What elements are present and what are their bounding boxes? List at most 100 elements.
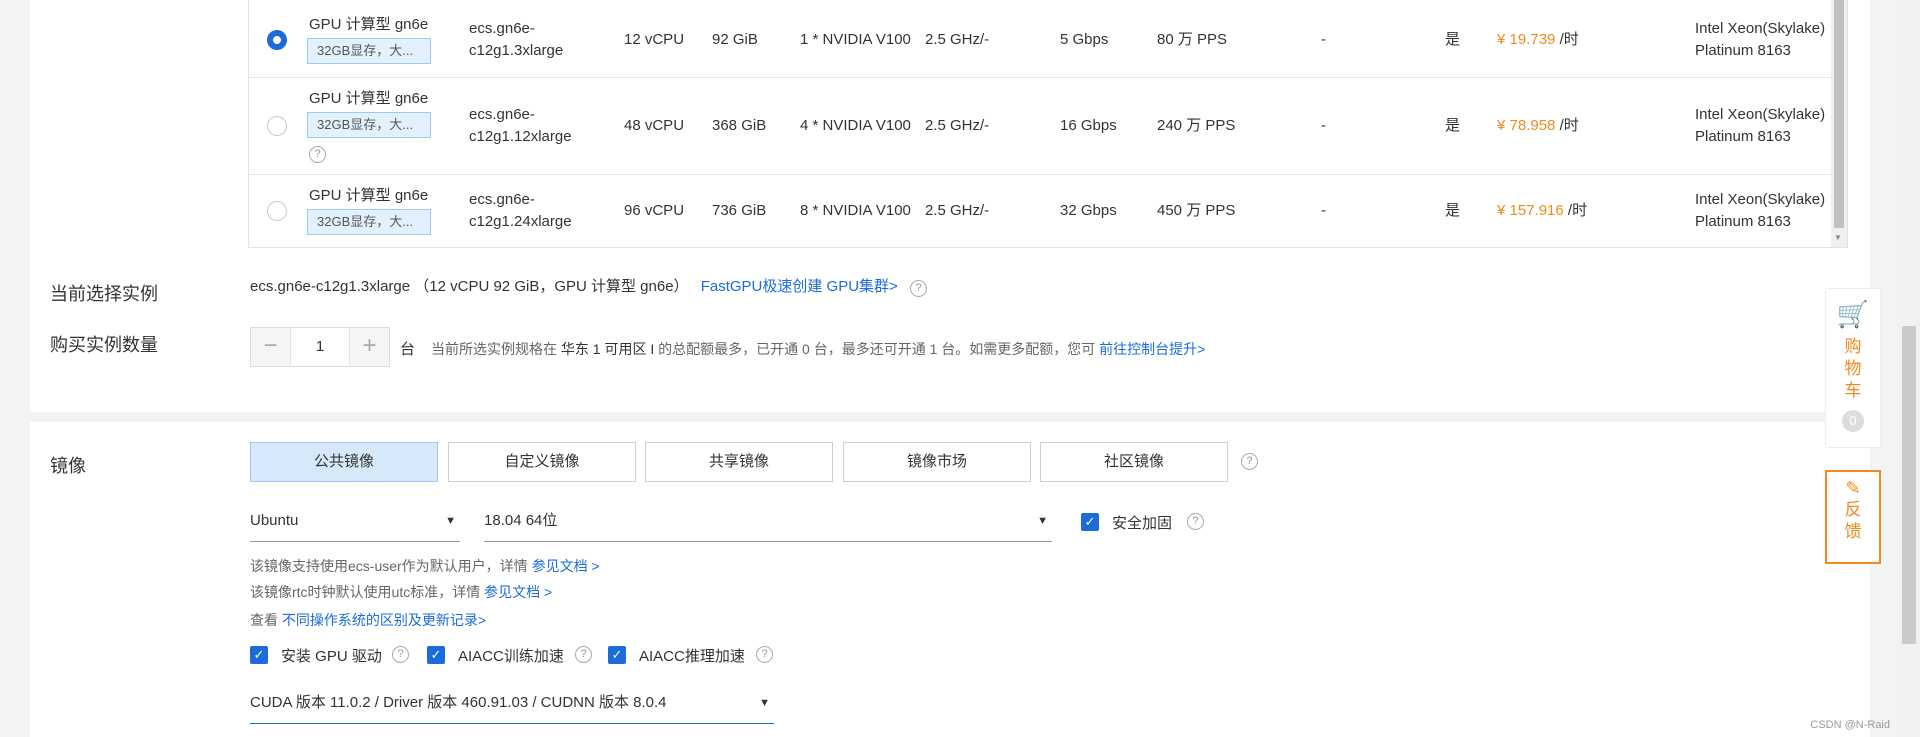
instance-radio[interactable] [267, 116, 287, 136]
doc-link[interactable]: 参见文档 > [484, 584, 552, 600]
tab-shared-image[interactable]: 共享镜像 [645, 442, 833, 482]
gpu-driver-label: 安装 GPU 驱动 [281, 648, 382, 665]
security-checkbox[interactable]: ✓ [1081, 513, 1099, 531]
instance-gpu: 1 * NVIDIA V100 [800, 31, 911, 48]
instance-price: ¥ 19.739 /时 [1497, 29, 1579, 51]
instance-spec: c12g1.24xlarge [469, 213, 572, 230]
quantity-unit: 台 [400, 341, 416, 358]
price-value: ¥ 78.958 [1497, 117, 1556, 134]
instance-spec: ecs.gn6e- [469, 191, 535, 208]
scroll-down-icon[interactable]: ▼ [1834, 233, 1842, 242]
instance-tag[interactable]: 32GB显存，大... [307, 38, 431, 64]
instance-vcpu: 12 vCPU [624, 31, 685, 48]
instance-spec: ecs.gn6e- [469, 20, 535, 37]
quota-zone: 华东 1 可用区 I [560, 341, 655, 357]
instance-ipv6: 是 [1445, 31, 1461, 48]
cart-icon: 🛒 [1836, 299, 1870, 329]
instance-bandwidth: 16 Gbps [1060, 117, 1117, 134]
table-row[interactable]: GPU 计算型 gn6e 32GB显存，大... ecs.gn6e- c12g1… [249, 175, 1831, 247]
instance-gpu: 8 * NVIDIA V100 [800, 202, 911, 219]
watermark: CSDN @N-Raid [1810, 719, 1890, 731]
help-icon[interactable]: ? [910, 280, 927, 297]
price-value: ¥ 157.916 [1497, 202, 1564, 219]
minus-button[interactable]: − [251, 328, 291, 366]
quantity-stepper: − 1 + [250, 327, 390, 367]
aiacc-infer-label: AIACC推理加速 [639, 648, 745, 665]
price-unit: /时 [1567, 202, 1588, 219]
quota-link[interactable]: 前往控制台提升> [1099, 341, 1205, 357]
help-icon[interactable]: ? [309, 146, 326, 163]
quantity-input[interactable]: 1 [291, 328, 349, 366]
table-row[interactable]: GPU 计算型 gn6e 32GB显存，大... ecs.gn6e- c12g1… [249, 0, 1831, 78]
instance-radio[interactable] [267, 30, 287, 50]
feedback-button[interactable]: ✎ 反馈 [1825, 470, 1881, 564]
chevron-down-icon: ▼ [1037, 515, 1048, 527]
help-icon[interactable]: ? [1241, 453, 1258, 470]
instance-cpu: Intel Xeon(Skylake) [1695, 106, 1826, 123]
instance-family: GPU 计算型 gn6e [309, 187, 429, 204]
instance-price: ¥ 78.958 /时 [1497, 115, 1579, 137]
instance-dash: - [1321, 117, 1326, 134]
chevron-down-icon: ▼ [445, 515, 456, 527]
os-select[interactable]: Ubuntu ▼ [250, 502, 460, 542]
instance-memory: 736 GiB [712, 202, 767, 219]
doc-link[interactable]: 参见文档 > [532, 558, 600, 574]
hint-text: 该镜像rtc时钟默认使用utc标准，详情 [250, 584, 481, 600]
instance-radio[interactable] [267, 201, 287, 221]
instance-pps: 450 万 PPS [1157, 202, 1236, 219]
instance-memory: 92 GiB [712, 31, 758, 48]
help-icon[interactable]: ? [392, 646, 409, 663]
tab-image-market[interactable]: 镜像市场 [843, 442, 1031, 482]
current-instance-label: 当前选择实例 [50, 284, 158, 304]
chevron-down-icon: ▼ [759, 697, 770, 709]
tab-community-image[interactable]: 社区镜像 [1040, 442, 1228, 482]
edit-icon: ✎ [1845, 478, 1861, 498]
price-value: ¥ 19.739 [1497, 31, 1556, 48]
table-row[interactable]: GPU 计算型 gn6e 32GB显存，大... ? ecs.gn6e- c12… [249, 78, 1831, 175]
cart-widget[interactable]: 🛒 购物车 0 [1825, 288, 1881, 448]
fastgpu-link[interactable]: FastGPU极速创建 GPU集群> [701, 278, 898, 295]
instance-freq: 2.5 GHz/- [925, 202, 990, 219]
instance-table: GPU 计算型 gn6e 32GB显存，大... ecs.gn6e- c12g1… [248, 0, 1848, 248]
version-select-value: 18.04 64位 [484, 512, 558, 529]
help-icon[interactable]: ? [1187, 513, 1204, 530]
os-diff-link[interactable]: 不同操作系统的区别及更新记录> [282, 612, 486, 628]
page-scrollbar[interactable] [1898, 0, 1920, 737]
current-instance-value: ecs.gn6e-c12g1.3xlarge （12 vCPU 92 GiB，G… [250, 275, 927, 297]
table-scrollbar[interactable]: ▼ [1831, 0, 1847, 247]
version-select[interactable]: 18.04 64位 ▼ [484, 502, 1052, 542]
instance-spec: c12g1.12xlarge [469, 128, 572, 145]
feedback-label: 反馈 [1844, 500, 1862, 541]
tab-public-image[interactable]: 公共镜像 [250, 442, 438, 482]
instance-tag[interactable]: 32GB显存，大... [307, 112, 431, 138]
instance-tag[interactable]: 32GB显存，大... [307, 209, 431, 235]
instance-bandwidth: 32 Gbps [1060, 202, 1117, 219]
instance-freq: 2.5 GHz/- [925, 117, 990, 134]
help-icon[interactable]: ? [756, 646, 773, 663]
scrollbar-thumb[interactable] [1834, 0, 1844, 228]
instance-price: ¥ 157.916 /时 [1497, 200, 1587, 222]
quota-note-prefix: 当前所选实例规格在 [431, 341, 557, 357]
scrollbar-thumb[interactable] [1902, 326, 1916, 644]
image-hint-1: 该镜像支持使用ecs-user作为默认用户，详情 参见文档 > [250, 556, 600, 576]
instance-cpu: Platinum 8163 [1695, 213, 1791, 230]
instance-cpu: Platinum 8163 [1695, 128, 1791, 145]
image-hint-2: 该镜像rtc时钟默认使用utc标准，详情 参见文档 > [250, 582, 552, 602]
image-hint-3: 查看 不同操作系统的区别及更新记录> [250, 610, 486, 630]
instance-bandwidth: 5 Gbps [1060, 31, 1109, 48]
image-label: 镜像 [50, 456, 86, 476]
instance-cpu: Platinum 8163 [1695, 42, 1791, 59]
plus-button[interactable]: + [349, 328, 389, 366]
tab-custom-image[interactable]: 自定义镜像 [448, 442, 636, 482]
quota-note-rest: 的总配额最多，已开通 0 台，最多还可开通 1 台。如需更多配额，您可 [658, 341, 1096, 357]
instance-cpu: Intel Xeon(Skylake) [1695, 191, 1826, 208]
instance-memory: 368 GiB [712, 117, 767, 134]
help-icon[interactable]: ? [575, 646, 592, 663]
instance-dash: - [1321, 202, 1326, 219]
gpu-driver-checkbox[interactable]: ✓ [250, 646, 268, 664]
cuda-select[interactable]: CUDA 版本 11.0.2 / Driver 版本 460.91.03 / C… [250, 684, 774, 724]
aiacc-train-checkbox[interactable]: ✓ [427, 646, 445, 664]
security-label: 安全加固 [1112, 515, 1173, 532]
aiacc-infer-checkbox[interactable]: ✓ [608, 646, 626, 664]
quota-note: 当前所选实例规格在 华东 1 可用区 I 的总配额最多，已开通 0 台，最多还可… [431, 339, 1205, 359]
